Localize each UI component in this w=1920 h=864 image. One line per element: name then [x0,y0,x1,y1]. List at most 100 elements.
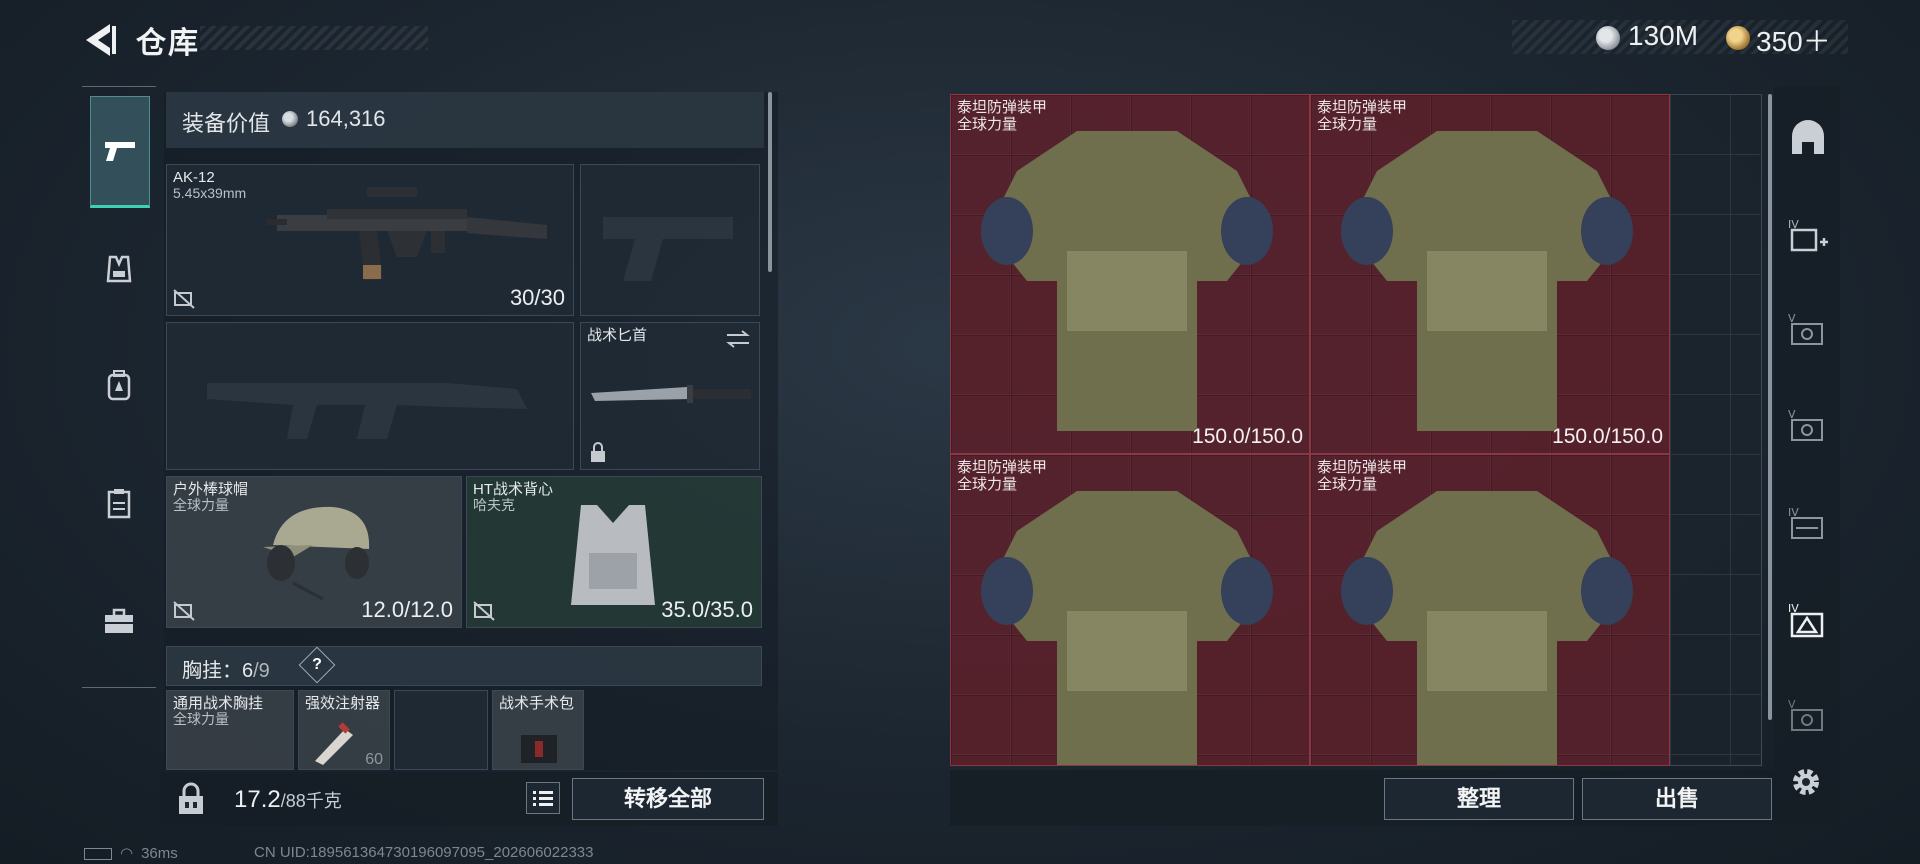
chest-item-maker: 全球力量 [173,711,229,727]
sort-button[interactable]: 整理 [1384,778,1574,820]
item-durability: 150.0/150.0 [1192,425,1303,448]
no-insurance-icon [173,601,195,621]
chest-rig-used: 6 [242,660,254,682]
pistol-icon [105,142,135,161]
item-name: 泰坦防弹装甲 [1317,99,1408,116]
baseball-cap-icon [263,506,370,601]
titan-armor-icon [981,131,1273,431]
page-title: 仓库 [136,27,200,60]
gear-icon[interactable] [1786,762,1826,802]
chest-rig-capacity: 胸挂：6/9 [182,654,270,683]
chest-rig-total: /9 [253,660,270,682]
knife-name: 战术匕首 [587,327,648,344]
storage-item[interactable]: 泰坦防弹装甲 全球力量 [950,454,1310,766]
category-weapon[interactable] [90,96,150,208]
silver-coin-icon [282,111,298,127]
weapon-ammo: 30/30 [509,285,565,310]
add-container-icon[interactable]: IV [1786,216,1830,256]
item-name: 泰坦防弹装甲 [957,459,1048,476]
container-v3-icon[interactable]: V [1786,696,1830,736]
gold-balance[interactable]: 350＋ [1756,20,1831,60]
vest-icon [106,255,132,283]
vest-durability: 35.0/35.0 [661,597,753,622]
chest-rig-label: 胸挂： [182,660,242,682]
container-v2-icon[interactable]: V [1786,406,1830,446]
swap-icon[interactable] [725,329,751,349]
item-durability: 150.0/150.0 [1552,425,1663,448]
surgery-kit-icon [521,735,557,763]
item-maker: 全球力量 [957,116,1018,133]
backpack-icon [107,370,131,401]
injector-icon [315,722,353,765]
transfer-all-button[interactable]: 转移全部 [572,778,764,820]
titan-armor-icon [1341,131,1633,431]
secondary-weapon-slot[interactable] [166,322,574,470]
sell-button[interactable]: 出售 [1582,778,1772,820]
item-name: 泰坦防弹装甲 [1317,459,1408,476]
tactical-vest-icon [571,505,655,605]
container-iv-icon[interactable]: IV [1786,504,1830,544]
injector-name: 强效注射器 [305,695,381,712]
helmet-filter-icon[interactable] [1786,118,1830,158]
gold-coin-icon [1726,26,1750,50]
storage-item[interactable]: 泰坦防弹装甲 全球力量 150.0/150.0 [1310,94,1670,454]
category-vest[interactable] [90,240,148,298]
pistol-slot[interactable] [580,164,760,316]
carry-weight-current: 17.2 [234,786,281,813]
storage-scrollbar[interactable] [1768,94,1772,720]
armor-slot[interactable]: HT战术背心 哈夫克 35.0/35.0 [466,476,762,628]
item-maker: 全球力量 [1317,476,1378,493]
injector-count: 60 [365,751,383,768]
user-uid: CN UID:18956136473019609709​5_2026060223… [254,844,594,861]
primary-weapon-slot[interactable]: AK-12 5.45x39mm 30/30 [166,164,574,316]
surgery-kit-name: 战术手术包 [499,695,575,712]
list-view-button[interactable] [526,782,560,814]
rifle-placeholder-icon [207,383,527,439]
equipment-scrollbar[interactable] [768,92,772,272]
equipment-value-label: 装备价值 [182,111,271,136]
tactical-knife-icon [591,385,751,403]
equipment-value: 164,316 [306,106,386,131]
lock-icon [591,442,605,462]
wifi-icon: ◠ [120,845,134,862]
container-v-icon[interactable]: V [1786,310,1830,350]
helmet-slot[interactable]: 户外棒球帽 全球力量 12.0/12.0 [166,476,462,628]
category-pouch[interactable] [90,474,148,532]
no-insurance-icon [473,601,495,621]
storage-item[interactable]: 泰坦防弹装甲 全球力量 [1310,454,1670,766]
surgery-kit-slot[interactable]: 战术手术包 [492,690,584,770]
titan-armor-icon [1341,491,1633,765]
weight-lock-icon [179,782,203,814]
category-case[interactable] [90,592,148,650]
empty-chest-slot[interactable] [394,690,488,770]
back-arrow-icon [86,24,116,56]
carry-weight: 17.2/88千克 [234,786,342,814]
clipboard-icon [107,489,131,519]
battery-icon [84,848,112,861]
ping: 36ms [141,845,178,862]
vest-maker: 哈夫克 [473,497,515,513]
title-decoration [200,26,428,50]
chest-item-slot[interactable]: 通用战术胸挂 全球力量 [166,690,294,770]
container-iv-selected-icon[interactable]: IV [1786,600,1830,640]
network-status: ◠ 36ms [84,844,178,862]
melee-slot[interactable]: 战术匕首 [580,322,760,470]
weapon-caliber: 5.45x39mm [173,185,247,201]
storage-item[interactable]: 泰坦防弹装甲 全球力量 150.0/150.0 [950,94,1310,454]
titan-armor-icon [981,491,1273,765]
ak12-rifle-icon [267,187,547,281]
injector-slot[interactable]: 强效注射器 60 [298,690,390,770]
helmet-durability: 12.0/12.0 [361,597,453,622]
briefcase-icon [105,608,133,633]
item-maker: 全球力量 [1317,116,1378,133]
item-maker: 全球力量 [957,476,1018,493]
back-button[interactable] [80,20,120,60]
list-icon [533,791,553,806]
category-backpack[interactable] [90,356,148,414]
helmet-maker: 全球力量 [173,497,229,513]
silver-balance[interactable]: 130M [1628,20,1698,52]
item-name: 泰坦防弹装甲 [957,99,1048,116]
no-insurance-icon [173,289,195,309]
help-button[interactable]: ? [304,652,330,678]
silver-coin-icon [1596,26,1620,50]
